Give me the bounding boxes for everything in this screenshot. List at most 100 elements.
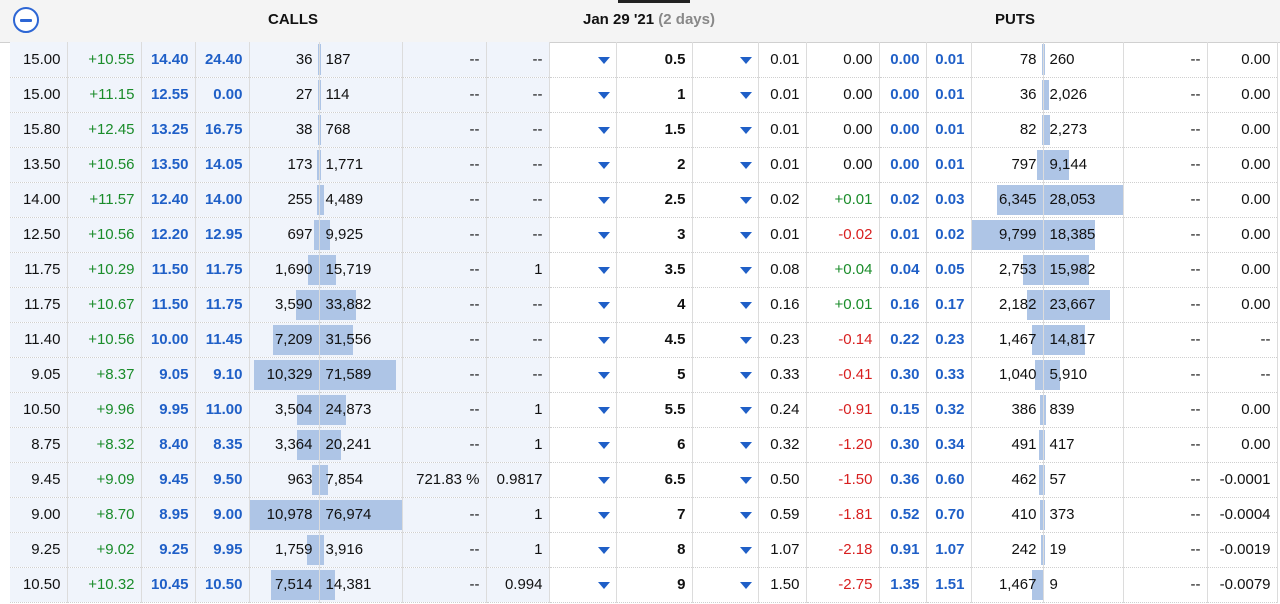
caret-down-icon[interactable] [739, 337, 752, 344]
call-ask[interactable]: 24.40 [195, 42, 250, 78]
caret-down-icon[interactable] [597, 162, 610, 169]
put-bid[interactable]: 0.91 [879, 532, 927, 568]
call-ask[interactable]: 11.75 [195, 252, 250, 288]
put-ask[interactable]: 0.02 [926, 217, 972, 253]
caret-down-icon[interactable] [739, 232, 752, 239]
caret-down-icon[interactable] [739, 267, 752, 274]
caret-down-icon[interactable] [739, 372, 752, 379]
put-expand-toggle[interactable] [692, 42, 759, 78]
call-expand-toggle[interactable] [549, 42, 617, 78]
put-expand-toggle[interactable] [692, 567, 759, 603]
call-ask[interactable]: 11.75 [195, 287, 250, 323]
put-expand-toggle[interactable] [692, 287, 759, 323]
call-expand-toggle[interactable] [549, 532, 617, 568]
put-expand-toggle[interactable] [692, 77, 759, 113]
call-ask[interactable]: 9.50 [195, 462, 250, 498]
caret-down-icon[interactable] [739, 127, 752, 134]
call-expand-toggle[interactable] [549, 462, 617, 498]
caret-down-icon[interactable] [597, 92, 610, 99]
caret-down-icon[interactable] [739, 302, 752, 309]
call-bid[interactable]: 10.45 [141, 567, 196, 603]
caret-down-icon[interactable] [597, 302, 610, 309]
put-bid[interactable]: 0.15 [879, 392, 927, 428]
put-expand-toggle[interactable] [692, 112, 759, 148]
caret-down-icon[interactable] [597, 442, 610, 449]
call-bid[interactable]: 11.50 [141, 252, 196, 288]
call-bid[interactable]: 11.50 [141, 287, 196, 323]
put-expand-toggle[interactable] [692, 147, 759, 183]
caret-down-icon[interactable] [739, 56, 752, 64]
caret-down-icon[interactable] [739, 197, 752, 204]
call-ask[interactable]: 14.05 [195, 147, 250, 183]
call-expand-toggle[interactable] [549, 427, 617, 463]
put-bid[interactable]: 0.00 [879, 147, 927, 183]
caret-down-icon[interactable] [597, 372, 610, 379]
call-bid[interactable]: 13.25 [141, 112, 196, 148]
put-bid[interactable]: 0.30 [879, 357, 927, 393]
call-expand-toggle[interactable] [549, 497, 617, 533]
collapse-icon[interactable] [13, 7, 39, 33]
put-bid[interactable]: 0.00 [879, 77, 927, 113]
call-ask[interactable]: 9.95 [195, 532, 250, 568]
put-ask[interactable]: 0.01 [926, 42, 972, 78]
call-ask[interactable]: 14.00 [195, 182, 250, 218]
put-bid[interactable]: 0.30 [879, 427, 927, 463]
put-ask[interactable]: 0.05 [926, 252, 972, 288]
call-ask[interactable]: 9.00 [195, 497, 250, 533]
call-expand-toggle[interactable] [549, 322, 617, 358]
call-ask[interactable]: 10.50 [195, 567, 250, 603]
put-bid[interactable]: 0.01 [879, 217, 927, 253]
put-bid[interactable]: 0.22 [879, 322, 927, 358]
call-ask[interactable]: 16.75 [195, 112, 250, 148]
put-ask[interactable]: 0.32 [926, 392, 972, 428]
put-expand-toggle[interactable] [692, 427, 759, 463]
put-bid[interactable]: 0.52 [879, 497, 927, 533]
put-expand-toggle[interactable] [692, 217, 759, 253]
call-expand-toggle[interactable] [549, 287, 617, 323]
call-expand-toggle[interactable] [549, 392, 617, 428]
put-expand-toggle[interactable] [692, 392, 759, 428]
put-expand-toggle[interactable] [692, 322, 759, 358]
call-bid[interactable]: 9.45 [141, 462, 196, 498]
call-bid[interactable]: 8.95 [141, 497, 196, 533]
caret-down-icon[interactable] [739, 442, 752, 449]
caret-down-icon[interactable] [739, 512, 752, 519]
put-bid[interactable]: 0.02 [879, 182, 927, 218]
call-ask[interactable]: 12.95 [195, 217, 250, 253]
caret-down-icon[interactable] [739, 162, 752, 169]
call-expand-toggle[interactable] [549, 217, 617, 253]
call-expand-toggle[interactable] [549, 252, 617, 288]
caret-down-icon[interactable] [597, 56, 610, 64]
put-expand-toggle[interactable] [692, 532, 759, 568]
put-ask[interactable]: 0.03 [926, 182, 972, 218]
caret-down-icon[interactable] [597, 547, 610, 554]
caret-down-icon[interactable] [597, 127, 610, 134]
call-bid[interactable]: 9.95 [141, 392, 196, 428]
call-bid[interactable]: 12.20 [141, 217, 196, 253]
caret-down-icon[interactable] [739, 582, 752, 589]
caret-down-icon[interactable] [597, 407, 610, 414]
put-ask[interactable]: 1.07 [926, 532, 972, 568]
call-ask[interactable]: 11.45 [195, 322, 250, 358]
call-bid[interactable]: 14.40 [141, 42, 196, 78]
put-expand-toggle[interactable] [692, 497, 759, 533]
caret-down-icon[interactable] [739, 477, 752, 484]
put-bid[interactable]: 0.04 [879, 252, 927, 288]
call-expand-toggle[interactable] [549, 77, 617, 113]
caret-down-icon[interactable] [739, 407, 752, 414]
put-ask[interactable]: 0.34 [926, 427, 972, 463]
caret-down-icon[interactable] [597, 512, 610, 519]
caret-down-icon[interactable] [739, 92, 752, 99]
call-expand-toggle[interactable] [549, 112, 617, 148]
put-ask[interactable]: 0.01 [926, 147, 972, 183]
call-expand-toggle[interactable] [549, 357, 617, 393]
call-expand-toggle[interactable] [549, 567, 617, 603]
caret-down-icon[interactable] [597, 232, 610, 239]
caret-down-icon[interactable] [597, 337, 610, 344]
call-bid[interactable]: 12.40 [141, 182, 196, 218]
call-expand-toggle[interactable] [549, 147, 617, 183]
call-bid[interactable]: 9.05 [141, 357, 196, 393]
call-ask[interactable]: 8.35 [195, 427, 250, 463]
caret-down-icon[interactable] [739, 547, 752, 554]
put-ask[interactable]: 0.33 [926, 357, 972, 393]
